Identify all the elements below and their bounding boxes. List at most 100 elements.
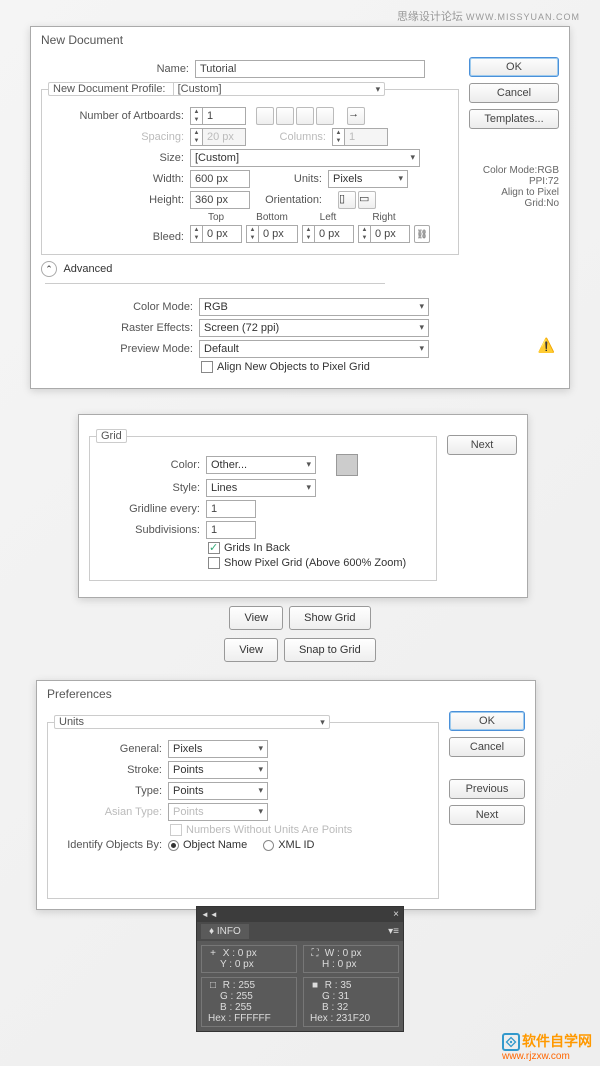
- color-mode-select[interactable]: RGB: [199, 298, 429, 316]
- cancel-button[interactable]: Cancel: [469, 83, 559, 103]
- height-input[interactable]: [190, 191, 250, 209]
- object-name-label: Object Name: [183, 839, 247, 851]
- info-panel: ◄◄ × ♦ INFO ▾≡ + X : 0 px Y : 0 px ⛶ W :…: [196, 906, 404, 1032]
- type-label: Type:: [48, 785, 168, 797]
- numbers-without-checkbox: [170, 824, 182, 836]
- stroke-icon: ■: [308, 980, 322, 991]
- menu-view-1[interactable]: View: [229, 606, 283, 630]
- preferences-dialog: Preferences Units ▾ General: Pixels Stro…: [36, 680, 536, 910]
- portrait-icon[interactable]: ▯: [338, 191, 356, 209]
- grid-color-label: Color:: [90, 459, 206, 471]
- advanced-toggle[interactable]: ⌃: [41, 261, 57, 277]
- landscape-icon[interactable]: ▭: [358, 191, 376, 209]
- name-input[interactable]: [195, 60, 425, 78]
- link-bleed-icon[interactable]: ⛓: [414, 225, 430, 243]
- arrange-icon-3[interactable]: [296, 107, 314, 125]
- grid-style-label: Style:: [90, 482, 206, 494]
- fill-icon: □: [206, 980, 220, 991]
- type-select[interactable]: Points: [168, 782, 268, 800]
- grid-legend: Grid: [96, 429, 127, 443]
- prefs-next-button[interactable]: Next: [449, 805, 525, 825]
- width-label: Width:: [42, 173, 190, 185]
- preview-select[interactable]: Default: [199, 340, 429, 358]
- orientation-label: Orientation:: [250, 194, 328, 206]
- warning-icon: ⚠️: [538, 337, 555, 354]
- prefs-cancel-button[interactable]: Cancel: [449, 737, 525, 757]
- height-label: Height:: [42, 194, 190, 206]
- arrange-icon-2[interactable]: [276, 107, 294, 125]
- bleed-top[interactable]: ▲▼: [190, 225, 242, 243]
- watermark-bottom: ⟐软件自学网 www.rjzxw.com: [502, 1031, 592, 1062]
- width-input[interactable]: [190, 170, 250, 188]
- dim-icon: ⛶: [308, 948, 322, 959]
- name-label: Name:: [41, 63, 195, 75]
- prefs-ok-button[interactable]: OK: [449, 711, 525, 731]
- direction-icon[interactable]: →: [347, 107, 365, 125]
- grid-style-select[interactable]: Lines: [206, 479, 316, 497]
- artboards-label: Number of Artboards:: [42, 110, 190, 122]
- info-summary: Color Mode:RGB PPI:72 Align to Pixel Gri…: [469, 165, 559, 209]
- numbers-without-label: Numbers Without Units Are Points: [186, 824, 352, 836]
- panel-close-icon[interactable]: ×: [393, 909, 399, 920]
- preview-label: Preview Mode:: [41, 343, 199, 355]
- panel-menu-icon[interactable]: ▾≡: [388, 926, 399, 937]
- asian-select: Points: [168, 803, 268, 821]
- units-select[interactable]: Pixels: [328, 170, 408, 188]
- columns-spinner: ▲▼: [332, 128, 388, 146]
- units-fieldset: Units ▾ General: Pixels Stroke: Points T…: [47, 715, 439, 899]
- gridline-input[interactable]: [206, 500, 256, 518]
- templates-button[interactable]: Templates...: [469, 109, 559, 129]
- grid-color-swatch[interactable]: [336, 454, 358, 476]
- info-tab[interactable]: ♦ INFO: [201, 924, 249, 939]
- prefs-previous-button[interactable]: Previous: [449, 779, 525, 799]
- units-section: Units: [59, 716, 84, 728]
- new-doc-profile-fieldset: New Document Profile: [Custom] ▾ Number …: [41, 82, 459, 255]
- align-new-checkbox[interactable]: [201, 361, 213, 373]
- size-select[interactable]: [Custom]: [190, 149, 420, 167]
- subdiv-input[interactable]: [206, 521, 256, 539]
- align-new-label: Align New Objects to Pixel Grid: [217, 361, 370, 373]
- stroke-select[interactable]: Points: [168, 761, 268, 779]
- plus-icon: +: [206, 948, 220, 959]
- bleed-left[interactable]: ▲▼: [302, 225, 354, 243]
- grids-in-back-checkbox[interactable]: [208, 542, 220, 554]
- identify-label: Identify Objects By:: [48, 839, 168, 851]
- grids-in-back-label: Grids In Back: [224, 542, 290, 554]
- artboards-spinner[interactable]: ▲▼: [190, 107, 246, 125]
- menu-show-grid[interactable]: Show Grid: [289, 606, 370, 630]
- subdiv-label: Subdivisions:: [90, 524, 206, 536]
- columns-label: Columns:: [246, 131, 332, 143]
- xml-id-radio[interactable]: [263, 840, 274, 851]
- gridline-label: Gridline every:: [90, 503, 206, 515]
- ok-button[interactable]: OK: [469, 57, 559, 77]
- raster-select[interactable]: Screen (72 ppi): [199, 319, 429, 337]
- stroke-label: Stroke:: [48, 764, 168, 776]
- show-pixel-checkbox[interactable]: [208, 557, 220, 569]
- grid-fieldset: Grid Color: Other... Style: Lines Gridli…: [89, 429, 437, 581]
- arrange-icon-1[interactable]: [256, 107, 274, 125]
- bleed-label: Bleed:: [42, 231, 190, 243]
- show-pixel-label: Show Pixel Grid (Above 600% Zoom): [224, 557, 406, 569]
- grid-next-button[interactable]: Next: [447, 435, 517, 455]
- prefs-title: Preferences: [37, 681, 535, 707]
- spacing-label: Spacing:: [42, 131, 190, 143]
- general-label: General:: [48, 743, 168, 755]
- general-select[interactable]: Pixels: [168, 740, 268, 758]
- watermark-top: 思缘设计论坛 WWW.MISSYUAN.COM: [397, 8, 580, 24]
- grid-color-select[interactable]: Other...: [206, 456, 316, 474]
- xml-id-label: XML ID: [278, 839, 314, 851]
- arrange-icon-4[interactable]: [316, 107, 334, 125]
- dialog-title: New Document: [31, 27, 569, 53]
- profile-legend: New Document Profile: [Custom] ▾: [48, 82, 385, 96]
- units-label: Units:: [250, 173, 328, 185]
- spacing-spinner: ▲▼: [190, 128, 246, 146]
- bleed-right[interactable]: ▲▼: [358, 225, 410, 243]
- size-label: Size:: [42, 152, 190, 164]
- panel-collapse-icon[interactable]: ◄◄: [201, 910, 219, 919]
- menu-snap-grid[interactable]: Snap to Grid: [284, 638, 376, 662]
- asian-label: Asian Type:: [48, 806, 168, 818]
- bleed-bottom[interactable]: ▲▼: [246, 225, 298, 243]
- color-mode-label: Color Mode:: [41, 301, 199, 313]
- menu-view-2[interactable]: View: [224, 638, 278, 662]
- object-name-radio[interactable]: [168, 840, 179, 851]
